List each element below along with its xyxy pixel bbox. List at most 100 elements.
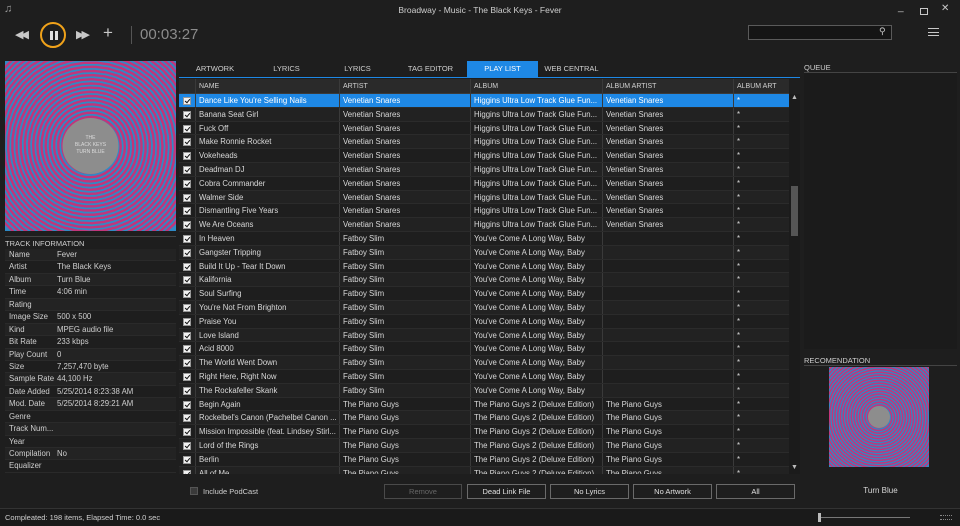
all-button[interactable]: All <box>716 484 795 499</box>
table-row[interactable]: All of Me The Piano Guys The Piano Guys 2 … <box>179 466 789 474</box>
track-info-key: Size <box>9 361 25 371</box>
close-icon[interactable]: ✕ <box>941 4 949 14</box>
table-row[interactable]: In Heaven Fatboy Slim You've Come A Long W… <box>179 231 789 246</box>
tab-lyrics-viewer[interactable]: LYRICS VIEWER <box>329 61 386 89</box>
no-artwork-button[interactable]: No Artwork <box>633 484 712 499</box>
column-header-album-artist[interactable]: ALBUM ARTIST <box>603 79 734 93</box>
row-checkbox[interactable] <box>183 124 191 133</box>
dead-link-file-button[interactable]: Dead Link File <box>467 484 546 499</box>
table-row[interactable]: Build It Up - Tear It Down Fatboy Slim You… <box>179 259 789 274</box>
row-checkbox[interactable] <box>183 97 191 105</box>
table-row[interactable]: Make Ronnie Rocket Venetian Snares Higgins… <box>179 135 789 150</box>
table-row[interactable]: You're Not From Brighton Fatboy Slim You'v… <box>179 300 789 315</box>
table-row[interactable]: Vokeheads Venetian Snares Higgins Ultra Lo… <box>179 149 789 163</box>
table-row[interactable]: Dance Like You're Selling Nails Venetian … <box>179 94 789 108</box>
column-header-album-art[interactable]: ALBUM ART <box>734 79 789 93</box>
row-checkbox[interactable] <box>183 303 191 312</box>
row-checkbox[interactable] <box>183 455 191 464</box>
column-header-album[interactable]: ALBUM <box>471 79 603 93</box>
table-row[interactable]: Dismantling Five Years Venetian Snares Hig… <box>179 204 789 219</box>
minimize-icon[interactable]: _ <box>898 3 904 13</box>
row-checkbox[interactable] <box>183 207 191 216</box>
row-checkbox[interactable] <box>183 179 191 188</box>
forward-button[interactable]: ▶▶ <box>76 28 90 41</box>
table-row[interactable]: Deadman DJ Venetian Snares Higgins Ultra L… <box>179 162 789 177</box>
row-checkbox[interactable] <box>183 400 191 409</box>
row-checkbox[interactable] <box>183 469 191 474</box>
add-button[interactable]: + <box>103 23 113 43</box>
table-row[interactable]: Walmer Side Venetian Snares Higgins Ultra … <box>179 190 789 205</box>
row-checkbox[interactable] <box>183 193 191 202</box>
row-checkbox[interactable] <box>183 317 191 326</box>
include-podcast-checkbox[interactable] <box>190 487 198 495</box>
search-input[interactable] <box>748 25 892 40</box>
cell-artist: The Piano Guys <box>340 397 471 411</box>
tab-play-list[interactable]: PLAY LIST <box>467 61 538 77</box>
table-row[interactable]: Acid 8000 Fatboy Slim You've Come A Long W… <box>179 342 789 357</box>
table-row[interactable]: Lord of the Rings The Piano Guys The Piano… <box>179 438 789 453</box>
recommendation-art[interactable] <box>829 367 929 467</box>
table-row[interactable]: Kalifornia Fatboy Slim You've Come A Long … <box>179 273 789 288</box>
table-row[interactable]: Banana Seat Girl Venetian Snares Higgins U… <box>179 107 789 122</box>
row-checkbox[interactable] <box>183 165 191 174</box>
row-checkbox[interactable] <box>183 234 191 243</box>
column-header-artist[interactable]: ARTIST <box>340 79 471 93</box>
table-row[interactable]: We Are Oceans Venetian Snares Higgins Ultr… <box>179 218 789 232</box>
album-cover-image: THE BLACK KEYS TURN BLUE <box>5 61 176 231</box>
tab-web-central[interactable]: WEB CENTRAL <box>544 61 599 77</box>
scroll-up-icon[interactable]: ▲ <box>791 94 798 101</box>
no-lyrics-button[interactable]: No Lyrics <box>550 484 629 499</box>
row-checkbox[interactable] <box>183 262 191 271</box>
tab-lyrics-search[interactable]: LYRICS SEARCH <box>258 61 315 89</box>
tab-tag-editor[interactable]: TAG EDITOR <box>401 61 460 77</box>
row-checkbox[interactable] <box>183 221 191 230</box>
row-checkbox[interactable] <box>183 138 191 147</box>
row-checkbox[interactable] <box>183 248 191 257</box>
row-checkbox[interactable] <box>183 331 191 340</box>
queue-list[interactable] <box>804 73 957 349</box>
table-row[interactable]: Right Here, Right Now Fatboy Slim You've C… <box>179 369 789 384</box>
search-icon[interactable]: ⚲ <box>879 26 886 37</box>
resize-grip[interactable] <box>940 515 952 520</box>
volume-slider-track[interactable] <box>818 517 910 518</box>
row-checkbox[interactable] <box>183 428 191 437</box>
volume-slider-thumb[interactable] <box>818 513 821 522</box>
table-row[interactable]: Love Island Fatboy Slim You've Come A Long… <box>179 328 789 343</box>
row-checkbox[interactable] <box>183 414 191 423</box>
cell-art: * <box>737 371 741 381</box>
rewind-button[interactable]: ◀◀ <box>15 28 29 41</box>
column-header-name[interactable]: NAME <box>196 79 340 93</box>
cell-artist: Venetian Snares <box>340 94 471 107</box>
table-row[interactable]: Praise You Fatboy Slim You've Come A Long … <box>179 314 789 329</box>
maximize-icon[interactable] <box>920 8 928 15</box>
row-checkbox[interactable] <box>183 359 191 368</box>
table-row[interactable]: The Rockafeller Skank Fatboy Slim You've C… <box>179 383 789 398</box>
tab-artwork-search[interactable]: ARTWORK SEARCH <box>182 61 248 89</box>
table-row[interactable]: Cobra Commander Venetian Snares Higgins Ul… <box>179 176 789 191</box>
row-checkbox[interactable] <box>183 290 191 299</box>
scroll-down-icon[interactable]: ▼ <box>791 464 798 471</box>
row-checkbox[interactable] <box>183 110 191 119</box>
pause-button[interactable] <box>40 22 66 48</box>
row-checkbox[interactable] <box>183 345 191 354</box>
cell-artist: Fatboy Slim <box>340 383 471 397</box>
hamburger-menu-icon[interactable] <box>928 28 939 36</box>
row-checkbox[interactable] <box>183 386 191 395</box>
table-row[interactable]: Begin Again The Piano Guys The Piano Guys … <box>179 397 789 412</box>
scroll-thumb[interactable] <box>791 186 798 236</box>
table-row[interactable]: Rockelbel's Canon (Pachelbel Canon ... Th… <box>179 411 789 426</box>
row-checkbox[interactable] <box>183 152 191 161</box>
track-info-key: Year <box>9 436 25 446</box>
table-row[interactable]: Berlin The Piano Guys The Piano Guys 2 (De… <box>179 452 789 467</box>
vertical-scrollbar[interactable]: ▲ ▼ <box>789 94 800 474</box>
row-checkbox[interactable] <box>183 372 191 381</box>
table-row[interactable]: Mission Impossible (feat. Lindsey Stirl.… <box>179 425 789 439</box>
row-checkbox[interactable] <box>183 441 191 450</box>
recommendation-title[interactable]: Turn Blue <box>804 486 957 495</box>
table-row[interactable]: The World Went Down Fatboy Slim You've Com… <box>179 356 789 370</box>
table-row[interactable]: Fuck Off Venetian Snares Higgins Ultra Low… <box>179 121 789 136</box>
remove-button[interactable]: Remove <box>384 484 462 499</box>
table-row[interactable]: Gangster Tripping Fatboy Slim You've Come … <box>179 245 789 260</box>
table-row[interactable]: Soul Surfing Fatboy Slim You've Come A Lon… <box>179 287 789 301</box>
row-checkbox[interactable] <box>183 276 191 285</box>
